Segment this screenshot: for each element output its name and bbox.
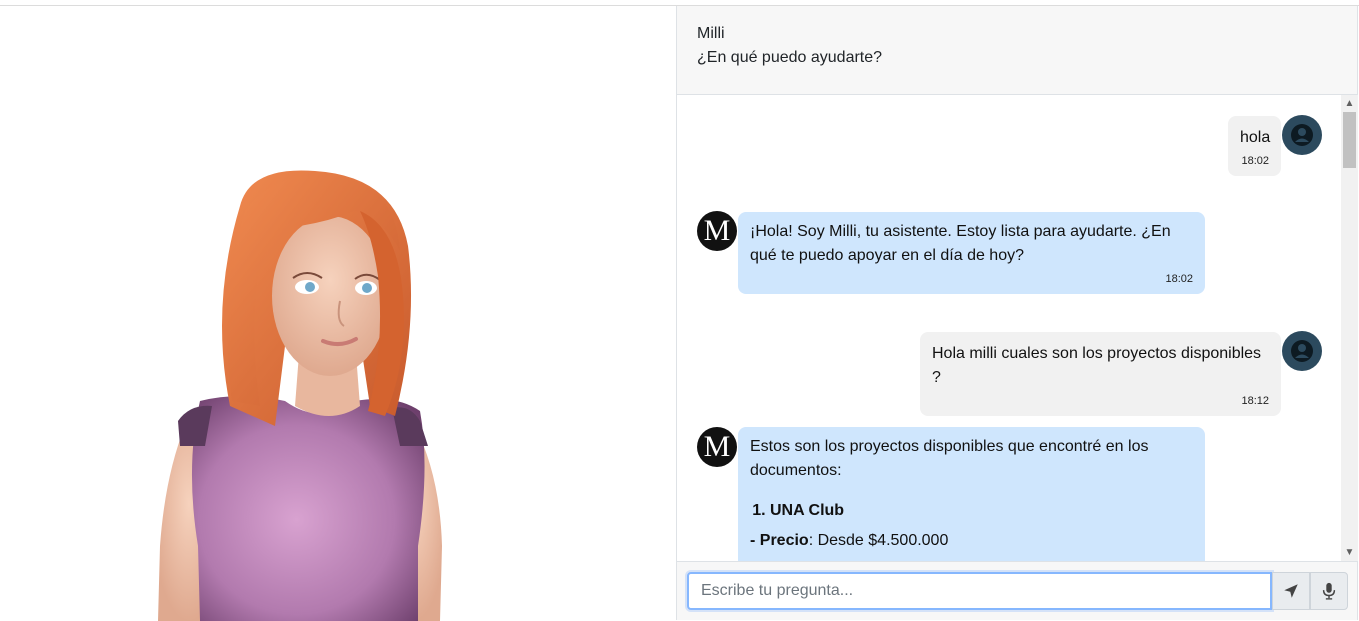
- user-message: Hola milli cuales son los proyectos disp…: [920, 332, 1281, 416]
- user-avatar: [1282, 115, 1322, 155]
- message-text: Hola milli cuales son los proyectos disp…: [932, 345, 1262, 386]
- chat-header: Milli ¿En qué puedo ayudarte?: [677, 6, 1357, 95]
- bot-avatar-letter: M: [703, 214, 731, 247]
- microphone-icon: [1322, 582, 1336, 600]
- bot-message: Estos son los proyectos disponibles que …: [738, 427, 1205, 561]
- message-text: ¡Hola! Soy Milli, tu asistente. Estoy li…: [750, 223, 1171, 264]
- bot-greeting: ¿En qué puedo ayudarte?: [697, 49, 883, 66]
- scroll-up-icon[interactable]: ▲: [1341, 95, 1358, 112]
- microphone-button[interactable]: [1310, 572, 1348, 610]
- avatar-viewport: [0, 6, 676, 621]
- user-avatar-icon: [1291, 340, 1313, 362]
- user-avatar: [1282, 331, 1322, 371]
- input-bar: [677, 561, 1357, 620]
- chat-panel: Milli ¿En qué puedo ayudarte? hola 18:02…: [676, 6, 1358, 620]
- detail-label: - Precio: [750, 532, 809, 549]
- bot-avatar: M: [697, 427, 737, 467]
- bot-avatar-letter: M: [703, 430, 731, 463]
- message-text: hola: [1240, 129, 1271, 146]
- scroll-down-icon[interactable]: ▼: [1341, 544, 1358, 561]
- character-avatar-image: [158, 170, 442, 621]
- question-input[interactable]: [687, 572, 1272, 610]
- user-avatar-icon: [1291, 124, 1313, 146]
- scroll-thumb[interactable]: [1343, 112, 1356, 168]
- project-list-item: UNA Club: [770, 499, 1193, 523]
- send-arrow-icon: [1284, 584, 1298, 598]
- send-button[interactable]: [1272, 572, 1310, 610]
- message-time: 18:02: [1165, 273, 1193, 285]
- message-time: 18:12: [1241, 395, 1269, 407]
- bot-message: ¡Hola! Soy Milli, tu asistente. Estoy li…: [738, 212, 1205, 294]
- message-time: 18:02: [1241, 155, 1269, 167]
- message-text: Estos son los proyectos disponibles que …: [750, 438, 1149, 479]
- user-message: hola 18:02: [1228, 116, 1281, 176]
- chat-messages[interactable]: hola 18:02 M ¡Hola! Soy Milli, tu asiste…: [677, 95, 1342, 561]
- project-detail: - Precio: Desde $4.500.000: [750, 529, 1193, 553]
- bot-avatar: M: [697, 211, 737, 251]
- bot-name: Milli: [697, 25, 725, 42]
- detail-value: : Desde $4.500.000: [808, 532, 949, 549]
- chat-scrollbar[interactable]: ▲ ▼: [1341, 95, 1358, 561]
